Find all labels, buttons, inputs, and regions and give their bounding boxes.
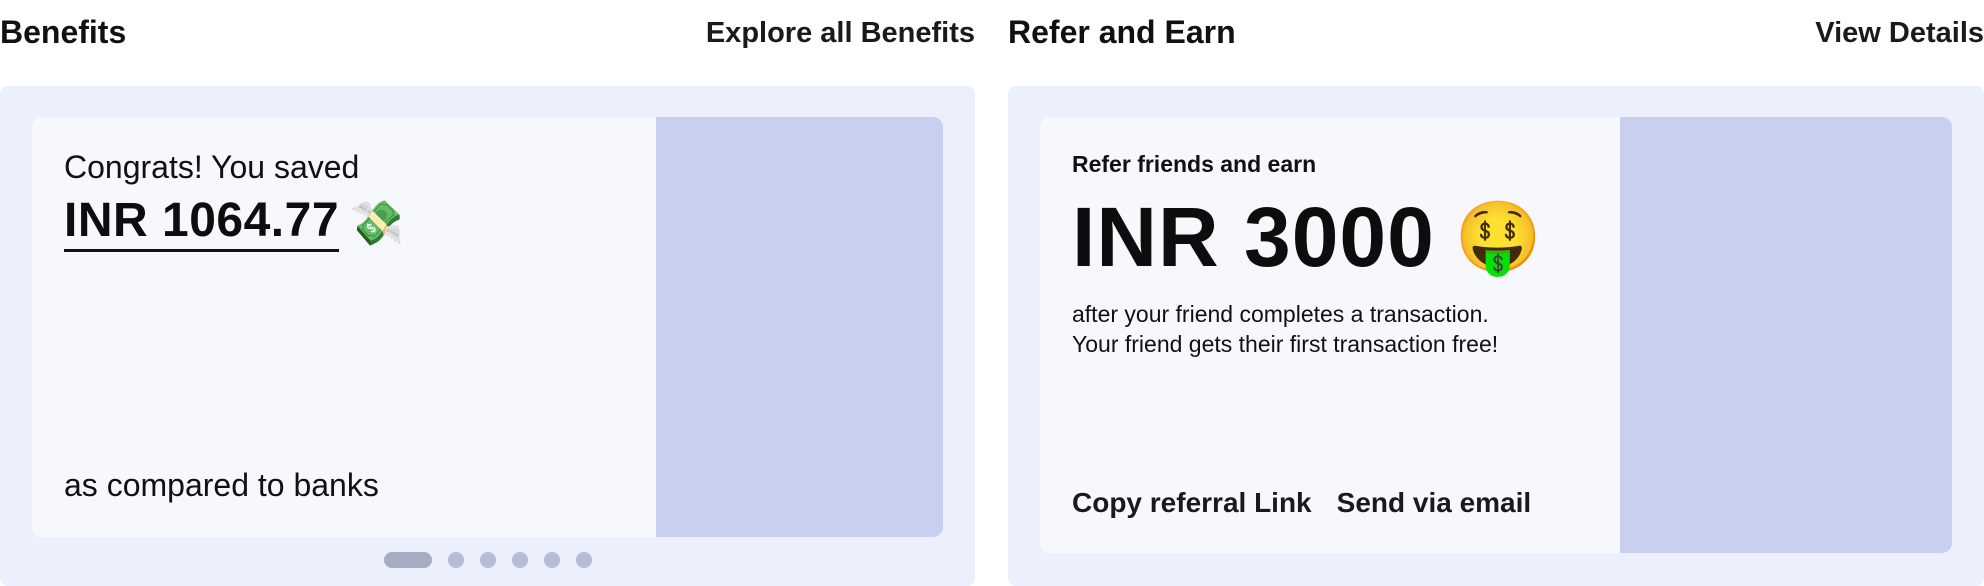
benefits-panel: Congrats! You saved INR 1064.77 💸 as com…: [0, 86, 975, 586]
referral-illustration: [1620, 117, 1952, 553]
referral-card: Refer friends and earn INR 3000 🤑 after …: [1040, 117, 1952, 553]
copy-referral-link-button[interactable]: Copy referral Link: [1072, 487, 1312, 519]
refer-subtitle: Refer friends and earn: [1072, 151, 1317, 177]
send-via-email-button[interactable]: Send via email: [1337, 487, 1532, 519]
benefits-section: Benefits Explore all Benefits Congrats! …: [0, 0, 975, 586]
refer-description-line-1: after your friend completes a transactio…: [1072, 301, 1489, 327]
carousel-dot[interactable]: [511, 552, 528, 568]
card-illustration: [656, 117, 943, 537]
money-mouth-face-icon: 🤑: [1454, 195, 1543, 278]
refer-actions: Copy referral Link Send via email: [1072, 487, 1531, 519]
refer-amount: INR 3000: [1072, 190, 1435, 284]
explore-all-benefits-link[interactable]: Explore all Benefits: [706, 17, 975, 50]
refer-amount-row: INR 3000 🤑: [1072, 189, 1542, 285]
savings-amount-row: INR 1064.77 💸: [64, 193, 404, 252]
congrats-text: Congrats! You saved: [64, 149, 360, 185]
carousel-dot[interactable]: [479, 552, 496, 568]
view-details-link[interactable]: View Details: [1815, 17, 1984, 50]
refer-panel: Refer friends and earn INR 3000 🤑 after …: [1008, 86, 1984, 586]
refer-title: Refer and Earn: [1008, 14, 1236, 50]
carousel-dot[interactable]: [543, 552, 560, 568]
compared-to-banks-text: as compared to banks: [64, 467, 379, 503]
benefits-title: Benefits: [0, 14, 127, 50]
refer-section: Refer and Earn View Details Refer friend…: [1008, 0, 1984, 586]
carousel-dot[interactable]: [383, 552, 432, 568]
refer-description-line-2: Your friend gets their first transaction…: [1072, 331, 1499, 357]
refer-description: after your friend completes a transactio…: [1072, 299, 1632, 359]
savings-amount: INR 1064.77: [64, 193, 340, 252]
carousel-dot[interactable]: [447, 552, 464, 568]
benefits-header: Benefits Explore all Benefits: [0, 0, 975, 86]
savings-card[interactable]: Congrats! You saved INR 1064.77 💸 as com…: [32, 117, 943, 537]
carousel-dot[interactable]: [575, 552, 592, 568]
carousel-dots: [0, 552, 975, 568]
money-with-wings-icon: 💸: [349, 197, 404, 249]
refer-header: Refer and Earn View Details: [1008, 0, 1984, 86]
